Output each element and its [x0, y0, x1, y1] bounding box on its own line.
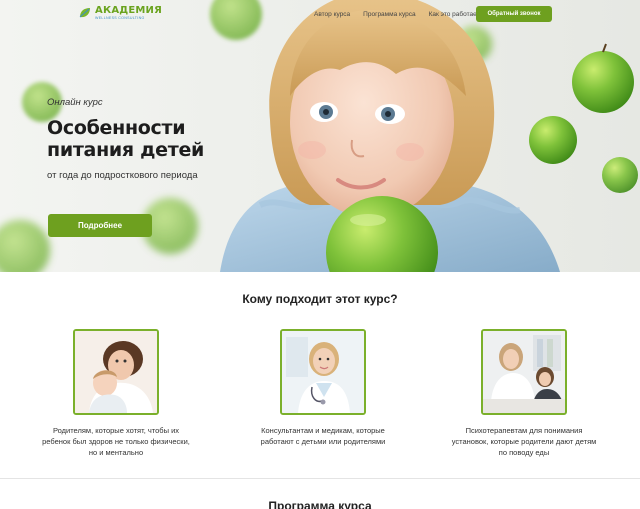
audience-card-text: Консультантам и медикам, которые работаю… [260, 426, 386, 446]
audience-card-text: Психотерапевтам для понимания установок,… [451, 426, 597, 457]
callback-button[interactable]: Обратный звонок [476, 6, 552, 22]
hero-title: Особенности питания детей [47, 117, 205, 161]
top-navigation: АКАДЕМИЯ WELLNESS CONSULTING Автор курса… [0, 0, 640, 30]
psychotherapy-session-photo [483, 331, 565, 413]
audience-section-title: Кому подходит этот курс? [242, 292, 398, 306]
audience-card-doctors: Консультантам и медикам, которые работаю… [248, 329, 398, 447]
nav-link-program[interactable]: Программа курса [363, 11, 415, 18]
nav-link-how-it-works[interactable]: Как это работает [429, 11, 480, 18]
hero-section: АКАДЕМИЯ WELLNESS CONSULTING Автор курса… [0, 0, 640, 272]
hero-kicker: Онлайн курс [47, 97, 103, 108]
hero-description: от года до подросткового периода [47, 170, 198, 181]
more-details-button[interactable]: Подробнее [48, 214, 152, 237]
program-section-title: Программа курса [268, 499, 372, 509]
nav-links: Автор курса Программа курса Как это рабо… [314, 11, 479, 18]
audience-card-therapists: Психотерапевтам для понимания установок,… [449, 329, 599, 458]
nav-link-author[interactable]: Автор курса [314, 11, 350, 18]
mother-and-child-photo [75, 331, 157, 413]
leaf-logo-icon [79, 8, 90, 18]
audience-card-text: Родителям, которые хотят, чтобы их ребен… [42, 426, 190, 457]
logo[interactable]: АКАДЕМИЯ WELLNESS CONSULTING [78, 6, 162, 21]
doctor-photo [282, 331, 364, 413]
audience-card-parents: Родителям, которые хотят, чтобы их ребен… [41, 329, 191, 458]
section-divider [0, 478, 640, 479]
logo-title: АКАДЕМИЯ [95, 5, 163, 16]
logo-subtitle: WELLNESS CONSULTING [95, 16, 145, 20]
